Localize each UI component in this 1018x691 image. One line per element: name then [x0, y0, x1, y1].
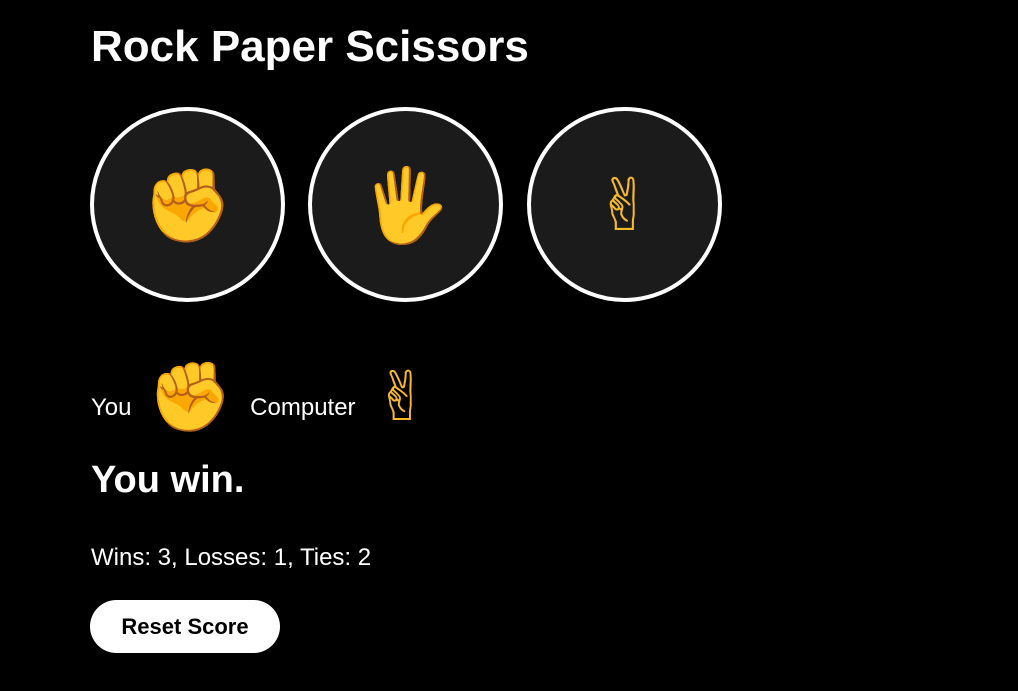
computer-label: Computer: [250, 394, 356, 421]
raised-fist-icon: ✊: [142, 162, 233, 247]
you-label: You: [91, 394, 132, 421]
your-move-raised-fist-icon: ✊: [147, 358, 233, 437]
last-moves: You ✊ Computer ✌: [91, 332, 431, 432]
rock-button[interactable]: ✊: [90, 107, 285, 302]
victory-hand-icon: ✌: [594, 162, 655, 247]
paper-button[interactable]: 🖐: [308, 107, 503, 302]
computer-move-victory-hand-icon: ✌: [373, 358, 431, 437]
result-text: You win.: [91, 459, 245, 501]
rps-app: Rock Paper Scissors ✊ 🖐 ✌ You ✊ Computer…: [0, 0, 1018, 691]
scissors-button[interactable]: ✌: [527, 107, 722, 302]
reset-score-button[interactable]: Reset Score: [90, 600, 280, 653]
raised-hand-icon: 🖐: [360, 162, 451, 247]
score-text: Wins: 3, Losses: 1, Ties: 2: [91, 544, 372, 571]
page-title: Rock Paper Scissors: [91, 22, 529, 71]
